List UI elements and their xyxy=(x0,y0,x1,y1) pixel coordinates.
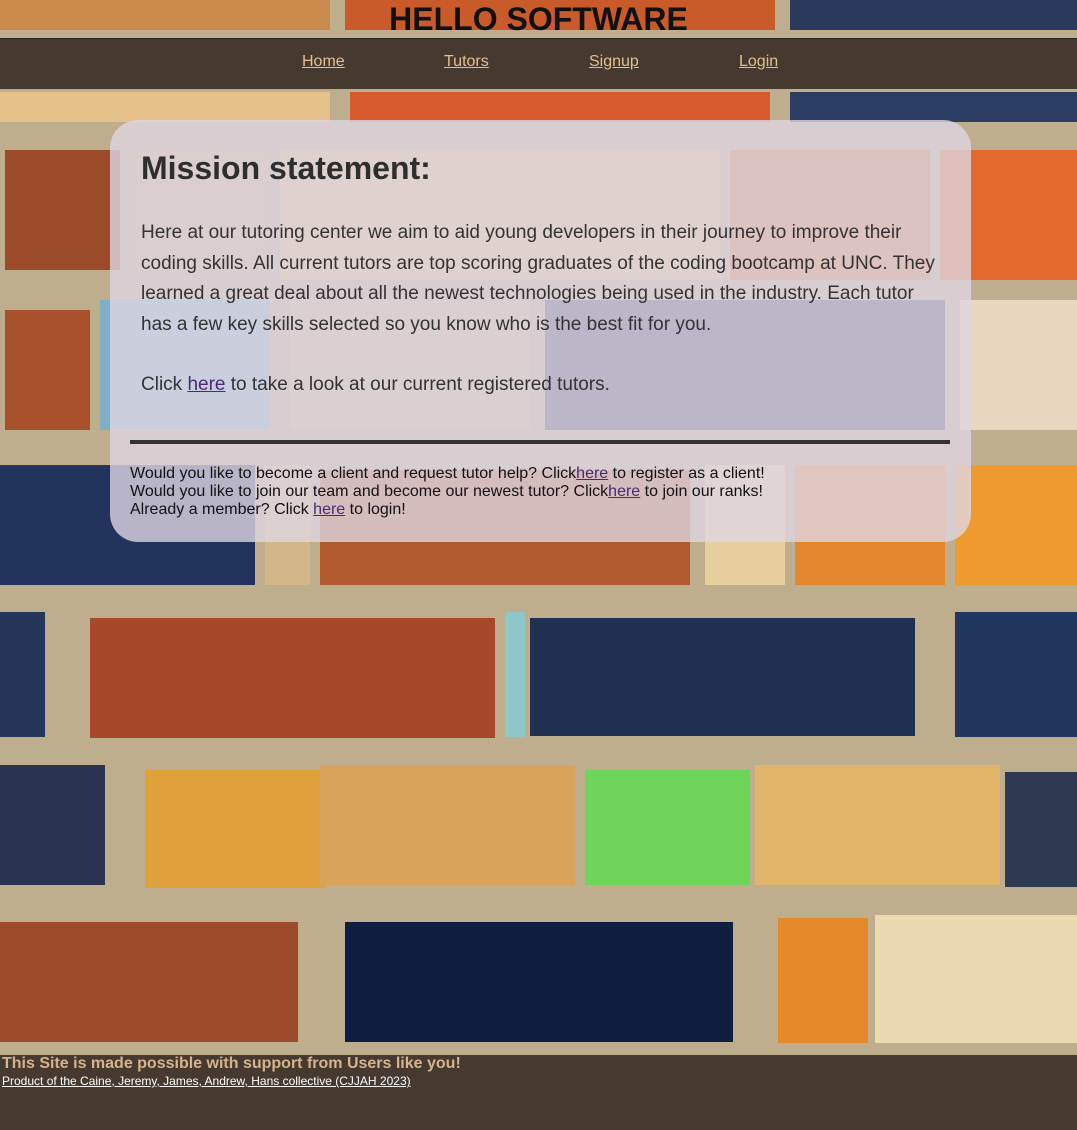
nav-tutors-link[interactable]: Tutors xyxy=(444,53,489,71)
tutors-click-line: Click here to take a look at our current… xyxy=(141,370,610,400)
tutor-here-link[interactable]: here xyxy=(608,483,640,500)
client-signup-line: Would you like to become a client and re… xyxy=(130,465,765,483)
mission-card: Mission statement: Here at our tutoring … xyxy=(110,120,971,542)
member-links-block: Would you like to become a client and re… xyxy=(130,465,765,519)
site-title: HELLO SOFTWARE xyxy=(389,1,688,37)
nav-signup-link[interactable]: Signup xyxy=(589,53,639,71)
login-prefix: Already a member? Click xyxy=(130,501,314,518)
login-here-link[interactable]: here xyxy=(313,501,345,518)
footer-credit-link[interactable]: Product of the Caine, Jeremy, James, And… xyxy=(2,1074,411,1088)
mission-heading: Mission statement: xyxy=(141,150,431,186)
tutors-here-link[interactable]: here xyxy=(187,374,225,395)
tutor-signup-line: Would you like to join our team and beco… xyxy=(130,483,765,501)
mission-body: Here at our tutoring center we aim to ai… xyxy=(141,222,935,335)
client-suffix: to register as a client! xyxy=(608,465,765,482)
main-navbar: Home Tutors Signup Login xyxy=(0,38,1077,89)
site-footer: This Site is made possible with support … xyxy=(0,1055,1077,1130)
tutors-click-suffix: to take a look at our current registered… xyxy=(225,374,610,395)
login-suffix: to login! xyxy=(345,501,406,518)
login-line: Already a member? Click here to login! xyxy=(130,501,765,519)
footer-support-text: This Site is made possible with support … xyxy=(2,1055,461,1072)
tutor-suffix: to join our ranks! xyxy=(640,483,763,500)
client-prefix: Would you like to become a client and re… xyxy=(130,465,577,482)
tutor-prefix: Would you like to join our team and beco… xyxy=(130,483,609,500)
nav-home-link[interactable]: Home xyxy=(302,53,345,71)
nav-login-link[interactable]: Login xyxy=(739,53,778,71)
tutors-click-prefix: Click xyxy=(141,374,188,395)
card-divider xyxy=(130,440,950,444)
client-here-link[interactable]: here xyxy=(576,465,608,482)
